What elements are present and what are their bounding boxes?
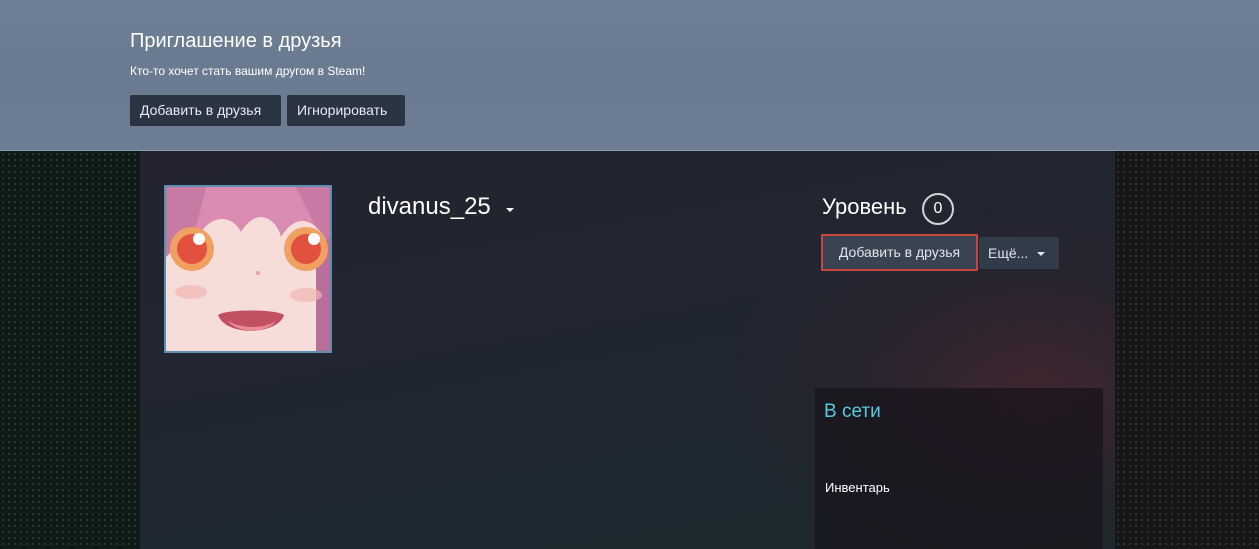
avatar [164, 185, 332, 353]
more-actions-label: Ещё... [988, 245, 1029, 261]
add-friend-button[interactable]: Добавить в друзья [821, 234, 978, 271]
background-pattern-right [1115, 151, 1259, 549]
avatar-image-icon [166, 187, 330, 351]
profile-username: divanus_25 [368, 193, 491, 220]
chevron-down-icon [1037, 252, 1045, 256]
invite-subtitle: Кто-то хочет стать вашим другом в Steam! [130, 64, 366, 78]
invite-title: Приглашение в друзья [130, 30, 342, 52]
ignore-invite-button[interactable]: Игнорировать [287, 95, 405, 126]
more-actions-button[interactable]: Ещё... [979, 237, 1059, 269]
level-badge: 0 [922, 193, 954, 225]
online-status: В сети [824, 401, 881, 422]
inventory-link[interactable]: Инвентарь [825, 480, 890, 495]
accept-invite-button[interactable]: Добавить в друзья [130, 95, 281, 126]
level-label: Уровень [822, 194, 907, 219]
background-pattern-left [0, 151, 140, 549]
friend-invite-banner: Приглашение в друзья Кто-то хочет стать … [0, 0, 1259, 151]
username-dropdown-icon[interactable] [506, 208, 514, 212]
